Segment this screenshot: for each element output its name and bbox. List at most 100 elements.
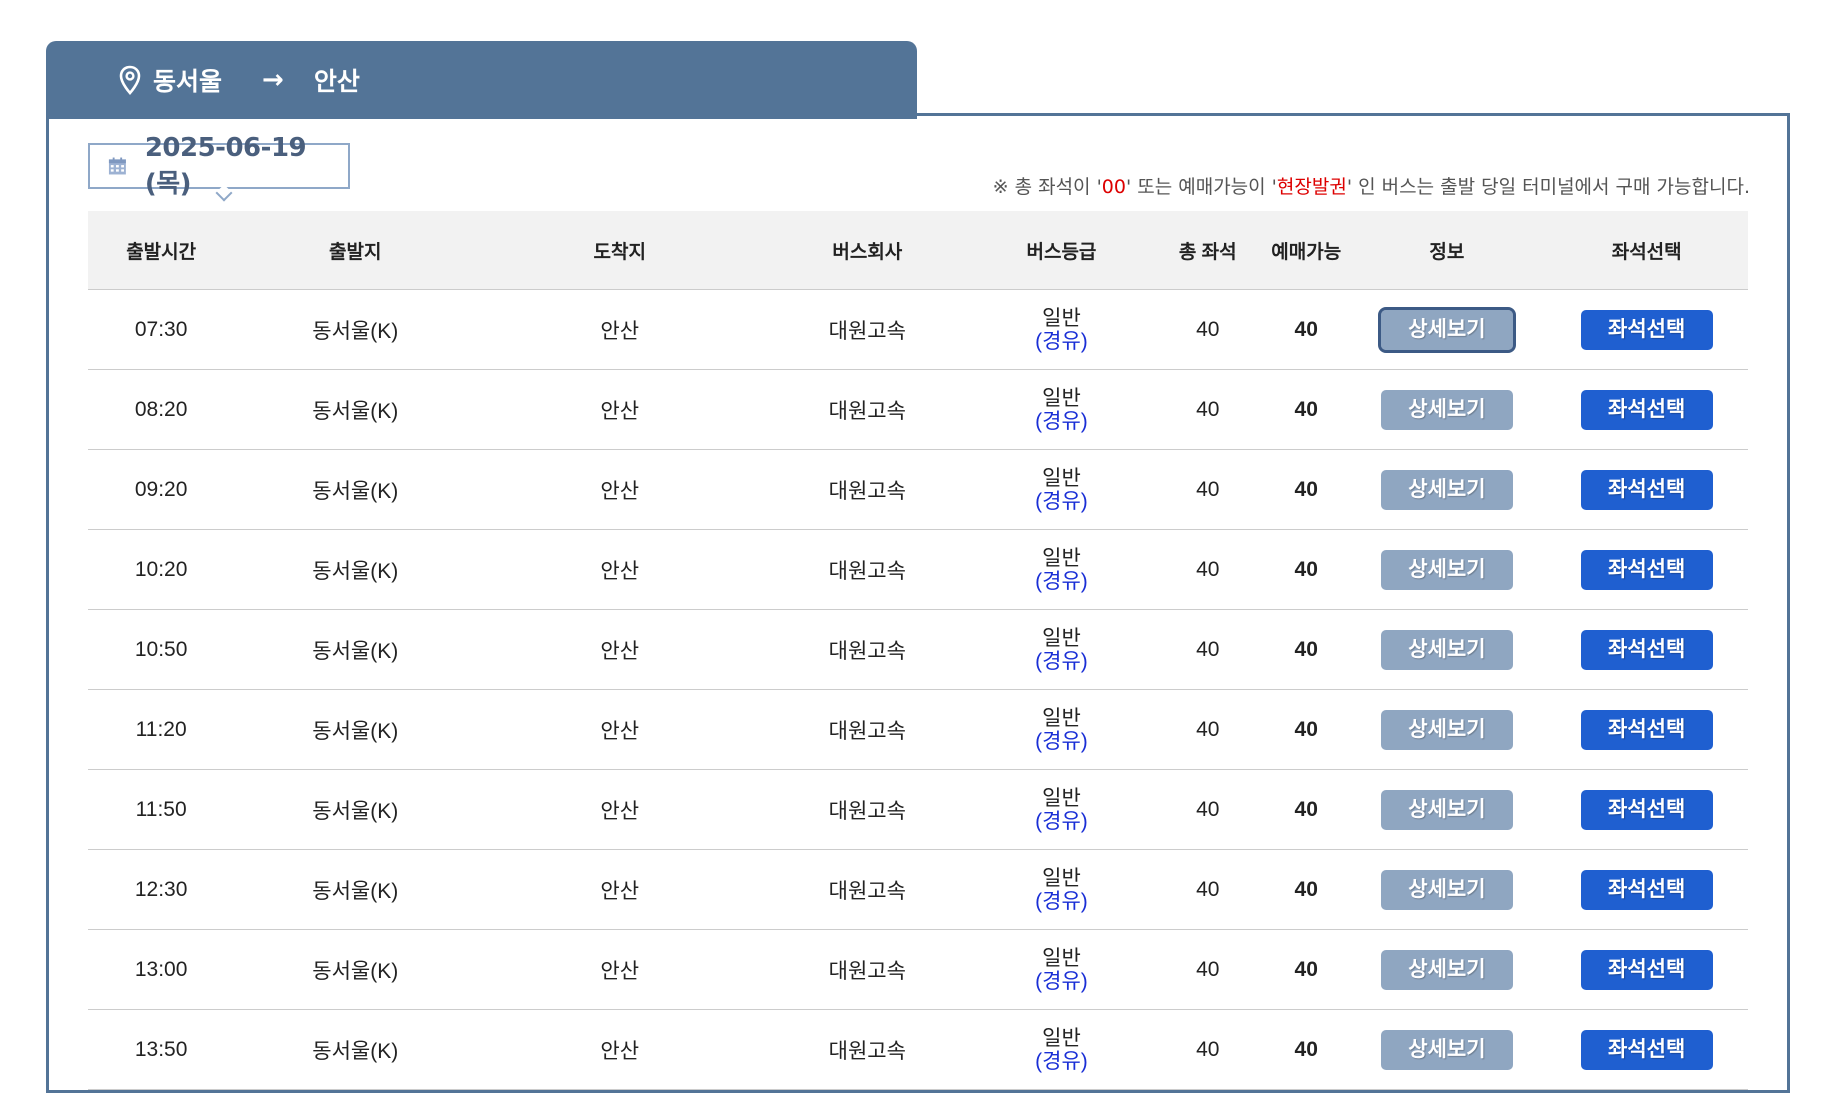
detail-button[interactable]: 상세보기 — [1377, 306, 1516, 353]
destination-terminal: 안산 — [476, 689, 764, 770]
grade-route-type: (경유) — [1035, 489, 1088, 513]
seat-select-button[interactable]: 좌석선택 — [1580, 869, 1713, 910]
bus-grade: 일반 (경유) — [971, 609, 1152, 690]
detail-button[interactable]: 상세보기 — [1380, 789, 1513, 830]
destination-terminal: 안산 — [476, 609, 764, 690]
table-row: 13:50 동서울(K) 안산 대원고속 일반 (경유) 40 40 상세보기 좌석선택 — [88, 1009, 1748, 1090]
detail-button[interactable]: 상세보기 — [1380, 1029, 1513, 1070]
departure-time: 07:30 — [88, 289, 235, 370]
seat-cell: 좌석선택 — [1545, 529, 1748, 610]
total-seats: 40 — [1151, 1009, 1265, 1090]
origin-terminal: 동서울(K) — [234, 289, 477, 370]
grade-name: 일반 — [1042, 866, 1081, 890]
notice-text: ' 인 버스는 출발 당일 터미널에서 구매 가능합니다. — [1346, 176, 1750, 198]
seat-select-button[interactable]: 좌석선택 — [1580, 709, 1713, 750]
seat-cell: 좌석선택 — [1545, 849, 1748, 930]
grade-name: 일반 — [1042, 786, 1081, 810]
bus-company: 대원고속 — [763, 1009, 972, 1090]
seat-cell: 좌석선택 — [1545, 369, 1748, 450]
origin-terminal: 동서울(K) — [234, 929, 477, 1010]
table-row: 11:20 동서울(K) 안산 대원고속 일반 (경유) 40 40 상세보기 좌석선택 — [88, 689, 1748, 770]
grade-route-type: (경유) — [1035, 809, 1088, 833]
bus-company: 대원고속 — [763, 689, 972, 770]
route-destination: 안산 — [313, 67, 360, 96]
total-seats: 40 — [1151, 369, 1265, 450]
location-pin-icon — [119, 65, 141, 95]
total-seats: 40 — [1151, 449, 1265, 530]
seat-select-button[interactable]: 좌석선택 — [1580, 469, 1713, 510]
grade-route-type: (경유) — [1035, 649, 1088, 673]
info-cell: 상세보기 — [1348, 1009, 1546, 1090]
seat-select-button[interactable]: 좌석선택 — [1580, 309, 1713, 350]
date-selector[interactable]: 2025-06-19 (목) — [88, 133, 350, 199]
seat-select-button[interactable]: 좌석선택 — [1580, 629, 1713, 670]
departure-time: 08:20 — [88, 369, 235, 450]
seat-cell: 좌석선택 — [1545, 929, 1748, 1010]
seat-select-button[interactable]: 좌석선택 — [1580, 549, 1713, 590]
origin-terminal: 동서울(K) — [234, 609, 477, 690]
grade-name: 일반 — [1042, 706, 1081, 730]
grade-route-type: (경유) — [1035, 329, 1088, 353]
bus-grade: 일반 (경유) — [971, 769, 1152, 850]
col-header-departure-time: 출발시간 — [88, 211, 235, 290]
grade-name: 일반 — [1042, 306, 1081, 330]
detail-button[interactable]: 상세보기 — [1380, 389, 1513, 430]
total-seats: 40 — [1151, 289, 1265, 370]
grade-name: 일반 — [1042, 1026, 1081, 1050]
seat-select-button[interactable]: 좌석선택 — [1580, 1029, 1713, 1070]
detail-button[interactable]: 상세보기 — [1380, 629, 1513, 670]
route-header: 동서울 → 안산 — [46, 41, 917, 119]
grade-name: 일반 — [1042, 626, 1081, 650]
detail-button[interactable]: 상세보기 — [1380, 869, 1513, 910]
grade-name: 일반 — [1042, 466, 1081, 490]
origin-terminal: 동서울(K) — [234, 769, 477, 850]
bus-schedule-table: 출발시간 출발지 도착지 버스회사 버스등급 총 좌석 예매가능 정보 좌석선택… — [88, 211, 1748, 1090]
calendar-icon — [108, 157, 126, 175]
origin-terminal: 동서울(K) — [234, 849, 477, 930]
table-row: 08:20 동서울(K) 안산 대원고속 일반 (경유) 40 40 상세보기 좌석선택 — [88, 369, 1748, 450]
available-seats: 40 — [1264, 1009, 1349, 1090]
detail-button[interactable]: 상세보기 — [1380, 549, 1513, 590]
departure-time: 09:20 — [88, 449, 235, 530]
bus-grade: 일반 (경유) — [971, 449, 1152, 530]
destination-terminal: 안산 — [476, 929, 764, 1010]
total-seats: 40 — [1151, 849, 1265, 930]
col-header-total-seats: 총 좌석 — [1151, 211, 1265, 290]
notice-highlight-seats: 00 — [1101, 176, 1126, 198]
detail-button[interactable]: 상세보기 — [1380, 469, 1513, 510]
available-seats: 40 — [1264, 609, 1349, 690]
col-header-available: 예매가능 — [1264, 211, 1349, 290]
origin-terminal: 동서울(K) — [234, 1009, 477, 1090]
info-cell: 상세보기 — [1348, 529, 1546, 610]
detail-button[interactable]: 상세보기 — [1380, 709, 1513, 750]
info-cell: 상세보기 — [1348, 369, 1546, 450]
bus-grade: 일반 (경유) — [971, 529, 1152, 610]
available-seats: 40 — [1264, 849, 1349, 930]
info-cell: 상세보기 — [1348, 289, 1546, 370]
bus-company: 대원고속 — [763, 849, 972, 930]
available-seats: 40 — [1264, 449, 1349, 530]
grade-route-type: (경유) — [1035, 889, 1088, 913]
col-header-seat-select: 좌석선택 — [1545, 211, 1748, 290]
table-row: 10:50 동서울(K) 안산 대원고속 일반 (경유) 40 40 상세보기 좌석선택 — [88, 609, 1748, 690]
destination-terminal: 안산 — [476, 529, 764, 610]
bus-grade: 일반 (경유) — [971, 369, 1152, 450]
route-arrow-icon: → — [262, 65, 284, 95]
grade-route-type: (경유) — [1035, 569, 1088, 593]
seat-select-button[interactable]: 좌석선택 — [1580, 389, 1713, 430]
seat-select-button[interactable]: 좌석선택 — [1580, 949, 1713, 990]
available-seats: 40 — [1264, 769, 1349, 850]
total-seats: 40 — [1151, 769, 1265, 850]
grade-name: 일반 — [1042, 546, 1081, 570]
col-header-origin: 출발지 — [234, 211, 477, 290]
departure-time: 10:20 — [88, 529, 235, 610]
seat-cell: 좌석선택 — [1545, 289, 1748, 370]
departure-time: 11:20 — [88, 689, 235, 770]
col-header-info: 정보 — [1348, 211, 1546, 290]
seat-cell: 좌석선택 — [1545, 769, 1748, 850]
table-row: 13:00 동서울(K) 안산 대원고속 일반 (경유) 40 40 상세보기 좌석선택 — [88, 929, 1748, 1010]
detail-button[interactable]: 상세보기 — [1380, 949, 1513, 990]
table-header-row: 출발시간 출발지 도착지 버스회사 버스등급 총 좌석 예매가능 정보 좌석선택 — [88, 211, 1748, 290]
table-row: 10:20 동서울(K) 안산 대원고속 일반 (경유) 40 40 상세보기 좌석선택 — [88, 529, 1748, 610]
seat-select-button[interactable]: 좌석선택 — [1580, 789, 1713, 830]
